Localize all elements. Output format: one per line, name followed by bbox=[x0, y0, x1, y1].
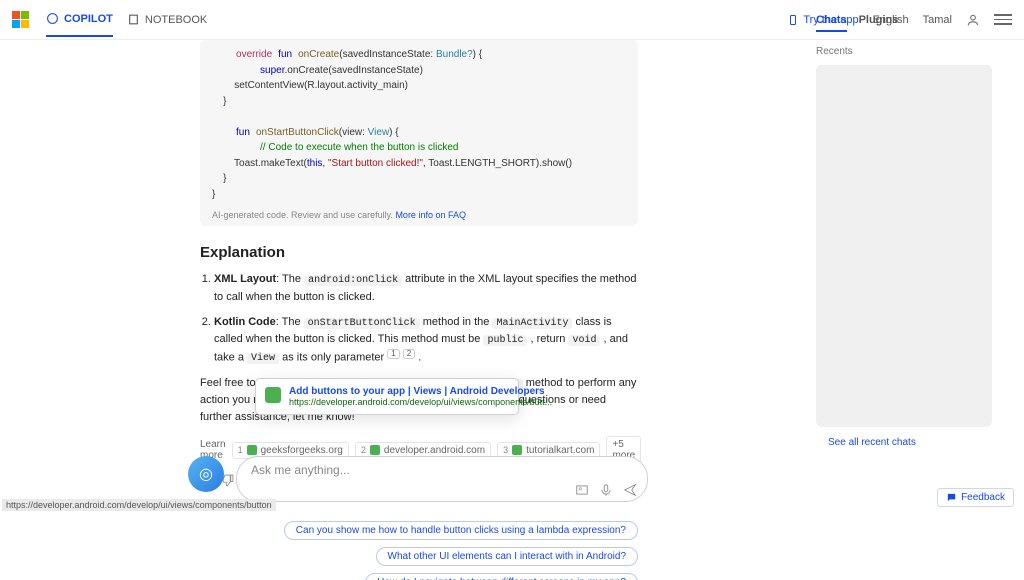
tooltip-title[interactable]: Add buttons to your app | Views | Androi… bbox=[289, 386, 552, 397]
source-tooltip: Add buttons to your app | Views | Androi… bbox=[255, 378, 519, 415]
phone-icon bbox=[787, 14, 799, 26]
suggestion-chip[interactable]: How do I navigate between different scre… bbox=[365, 573, 638, 580]
tab-notebook-label: NOTEBOOK bbox=[145, 14, 207, 26]
ask-input[interactable] bbox=[251, 463, 633, 477]
ai-note: AI-generated code. Review and use carefu… bbox=[212, 209, 626, 222]
suggestion-chip[interactable]: Can you show me how to handle button cli… bbox=[284, 521, 638, 540]
see-all-link[interactable]: See all recent chats bbox=[828, 437, 1016, 448]
mic-icon[interactable] bbox=[599, 483, 613, 497]
explanation-item: XML Layout: The android:onClick attribut… bbox=[214, 271, 638, 306]
microsoft-logo bbox=[12, 11, 30, 29]
explanation-heading: Explanation bbox=[200, 244, 638, 261]
faq-link[interactable]: More info on FAQ bbox=[395, 210, 466, 220]
favicon-icon bbox=[247, 445, 257, 455]
tab-notebook[interactable]: NOTEBOOK bbox=[127, 2, 207, 37]
copilot-avatar: ◎ bbox=[188, 456, 224, 492]
send-icon[interactable] bbox=[623, 483, 637, 497]
feedback-button[interactable]: Feedback bbox=[937, 488, 1014, 507]
copilot-icon bbox=[46, 12, 59, 25]
android-icon bbox=[265, 387, 281, 403]
code-block: override fun onCreate(savedInstanceState… bbox=[200, 40, 638, 226]
tab-plugins[interactable]: Plugins bbox=[859, 10, 899, 32]
recents-label: Recents bbox=[816, 46, 1016, 57]
notebook-icon bbox=[127, 13, 140, 26]
ask-box[interactable] bbox=[236, 456, 648, 502]
tab-copilot-label: COPILOT bbox=[64, 13, 113, 25]
favicon-icon bbox=[370, 445, 380, 455]
tab-chats[interactable]: Chats bbox=[816, 10, 847, 32]
chat-icon bbox=[946, 492, 957, 503]
explanation-item: Kotlin Code: The onStartButtonClick meth… bbox=[214, 314, 638, 367]
citation-1[interactable]: 1 bbox=[387, 349, 399, 359]
image-input-icon[interactable] bbox=[575, 483, 589, 497]
recent-chat-card[interactable] bbox=[816, 65, 992, 427]
tooltip-url: https://developer.android.com/develop/ui… bbox=[289, 397, 552, 407]
status-bar-url: https://developer.android.com/develop/ui… bbox=[2, 499, 276, 511]
tab-copilot[interactable]: COPILOT bbox=[46, 2, 113, 37]
suggestion-chip[interactable]: What other UI elements can I interact wi… bbox=[376, 547, 638, 566]
favicon-icon bbox=[512, 445, 522, 455]
citation-2[interactable]: 2 bbox=[403, 349, 415, 359]
